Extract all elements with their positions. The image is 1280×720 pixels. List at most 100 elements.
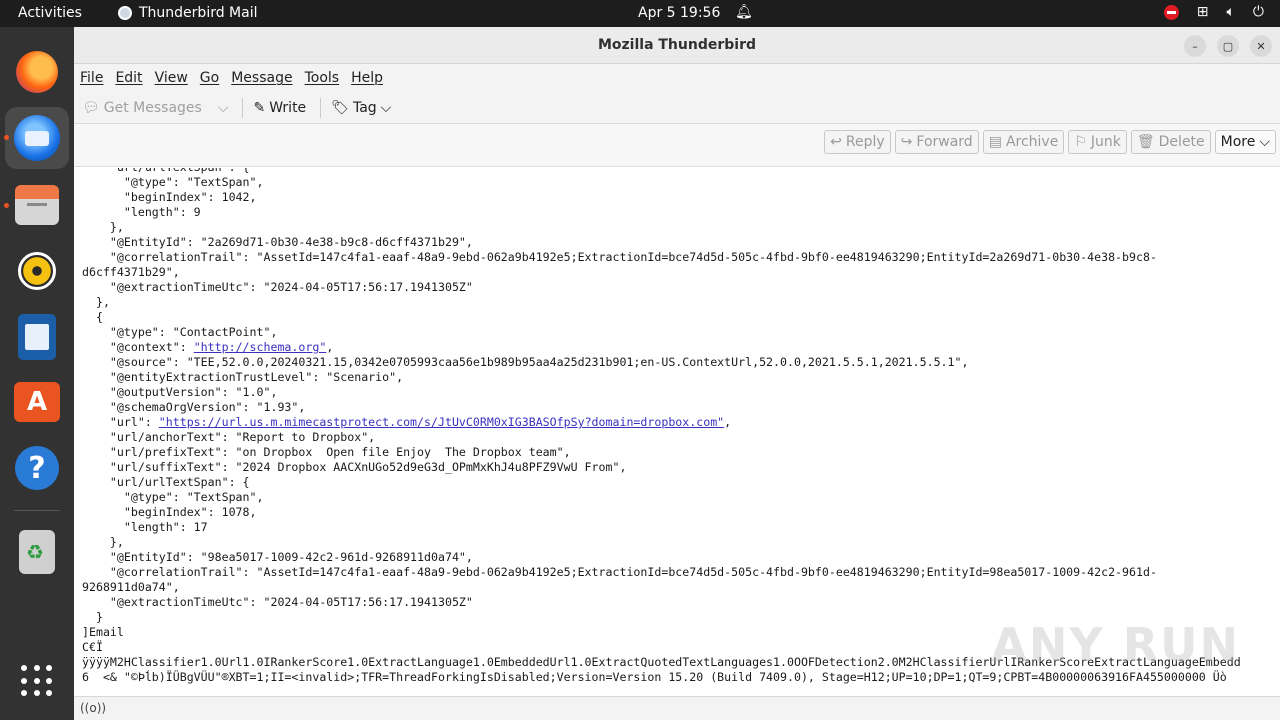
message-header: ↩ Reply ↪ Forward ▤ Archive ⚐ Junk 🗑︎ Delete … — [74, 124, 1280, 167]
clock[interactable]: Apr 5 19:56 — [638, 5, 720, 21]
code-line: "beginIndex": 1078, — [82, 505, 257, 519]
toolbar-separator — [242, 97, 244, 118]
chevron-down-icon: ⌵ — [1259, 134, 1270, 150]
code-line: }, — [82, 220, 124, 234]
dock-writer[interactable] — [12, 312, 62, 362]
window-title: Mozilla Thunderbird — [597, 37, 757, 53]
more-button[interactable]: More ⌵ — [1214, 130, 1276, 154]
code-line: "url/urlTextSpan": { — [82, 475, 250, 489]
code-line: "@schemaOrgVersion": "1.93", — [82, 400, 306, 414]
delete-label: Delete — [1158, 134, 1205, 150]
maximize-button[interactable]: ▢ — [1217, 35, 1239, 57]
app-name: Thunderbird Mail — [139, 5, 258, 21]
code-line: "@context": "http://schema.org", — [82, 340, 334, 354]
trash-icon — [19, 530, 55, 574]
main-toolbar: 💬︎ Get Messages ⌵ ✎ Write 🏷︎ Tag ⌵ — [74, 92, 1280, 124]
reply-label: Reply — [845, 134, 885, 150]
forward-label: Forward — [916, 134, 973, 150]
message-source-text: "url/urlTextSpan": { "@type": "TextSpan"… — [82, 168, 1241, 685]
code-line: "@EntityId": "2a269d71-0b30-4e38-b9c8-d6… — [82, 235, 473, 249]
message-actions: ↩ Reply ↪ Forward ▤ Archive ⚐ Junk 🗑︎ Delete … — [824, 130, 1276, 154]
title-bar: Mozilla Thunderbird – ▢ ✕ — [74, 27, 1280, 64]
show-apps-icon[interactable] — [21, 665, 53, 697]
dock-separator — [14, 510, 60, 511]
dock-trash[interactable] — [12, 527, 62, 577]
chevron-down-icon[interactable]: ⌵ — [218, 100, 229, 116]
forward-icon: ↪ — [900, 134, 913, 150]
code-line: }, — [82, 295, 110, 309]
more-label: More — [1220, 134, 1256, 150]
minimize-button[interactable]: – — [1184, 35, 1206, 57]
menu-bar: File Edit View Go Message Tools Help — [74, 64, 1280, 92]
code-line: "@extractionTimeUtc": "2024-04-05T17:56:… — [82, 595, 473, 609]
network-icon[interactable]: ⊞ — [1197, 4, 1209, 20]
archive-button[interactable]: ▤ Archive — [982, 130, 1065, 154]
activities-button[interactable]: Activities — [18, 5, 82, 21]
dock-files[interactable] — [12, 180, 62, 230]
bell-icon[interactable]: 🔔︎ — [735, 4, 753, 20]
code-line: "@entityExtractionTrustLevel": "Scenario… — [82, 370, 404, 384]
code-line: "url/urlTextSpan": { — [82, 168, 1241, 175]
top-bar: Activities Thunderbird Mail Apr 5 19:56 … — [0, 0, 1280, 27]
toolbar-separator — [320, 97, 322, 118]
code-line: 9268911d0a74", — [82, 580, 180, 594]
write-button[interactable]: ✎ Write — [253, 100, 306, 116]
schema-link[interactable]: "http://schema.org" — [194, 340, 327, 354]
write-label: Write — [269, 99, 307, 116]
app-center-icon: A — [14, 382, 60, 422]
reply-button[interactable]: ↩ Reply — [824, 130, 891, 154]
code-line: "length": 9 — [82, 205, 201, 219]
code-line: "url": "https://url.us.m.mimecastprotect… — [82, 415, 732, 429]
menu-file[interactable]: File — [80, 70, 103, 86]
dock-rhythmbox[interactable] — [12, 246, 62, 296]
code-line: "@correlationTrail": "AssetId=147c4fa1-e… — [82, 250, 1157, 264]
running-indicator — [4, 135, 9, 140]
volume-icon[interactable]: 🔈︎ — [1227, 4, 1235, 20]
tag-button[interactable]: 🏷︎ Tag ⌵ — [331, 100, 391, 116]
code-line: "@type": "TextSpan", — [82, 175, 264, 189]
files-icon — [15, 185, 59, 225]
forward-button[interactable]: ↪ Forward — [894, 130, 979, 154]
tag-icon: 🏷︎ — [331, 99, 349, 116]
menu-help[interactable]: Help — [351, 70, 383, 86]
junk-icon: ⚐ — [1074, 134, 1087, 150]
code-line: "@type": "TextSpan", — [82, 490, 264, 504]
menu-tools[interactable]: Tools — [305, 70, 340, 86]
menu-view[interactable]: View — [155, 70, 188, 86]
delete-button[interactable]: 🗑︎ Delete — [1130, 130, 1211, 154]
dropbox-url-link[interactable]: "https://url.us.m.mimecastprotect.com/s/… — [159, 415, 724, 429]
code-line: "@outputVersion": "1.0", — [82, 385, 278, 399]
message-body[interactable]: "url/urlTextSpan": { "@type": "TextSpan"… — [74, 168, 1280, 696]
tag-label: Tag — [352, 99, 377, 116]
code-line: d6cff4371b29", — [82, 265, 180, 279]
thunderbird-icon — [14, 115, 60, 161]
code-line: "url/prefixText": "on Dropbox Open file … — [82, 445, 571, 459]
status-bar: ((o)) — [74, 696, 1280, 720]
code-line: 6 <& "©Þĺb)ÏÜBgVÜU"®XBT=1;II=<invalid>;T… — [82, 670, 1227, 684]
dock-firefox[interactable] — [12, 47, 62, 97]
thunderbird-small-icon — [118, 6, 132, 20]
connection-status-icon[interactable]: ((o)) — [80, 701, 106, 715]
code-line: "@source": "TEE,52.0.0,20240321.15,0342e… — [82, 355, 969, 369]
app-menu[interactable]: Thunderbird Mail — [118, 5, 258, 21]
junk-button[interactable]: ⚐ Junk — [1068, 130, 1127, 154]
menu-message[interactable]: Message — [231, 70, 292, 86]
dock-app-center[interactable]: A — [12, 377, 62, 427]
menu-edit[interactable]: Edit — [115, 70, 142, 86]
dock-thunderbird[interactable] — [5, 107, 69, 169]
code-line: "url/anchorText": "Report to Dropbox", — [82, 430, 376, 444]
power-icon[interactable]: ⏻ — [1253, 4, 1264, 20]
pencil-icon: ✎ — [253, 99, 266, 116]
trash-small-icon: 🗑︎ — [1136, 134, 1155, 150]
writer-icon — [18, 314, 56, 360]
dock-help[interactable]: ? — [12, 443, 62, 493]
get-messages-button[interactable]: 💬︎ Get Messages ⌵ — [82, 100, 228, 116]
menu-go[interactable]: Go — [200, 70, 219, 86]
recording-stop-icon[interactable] — [1163, 4, 1179, 20]
firefox-icon — [16, 51, 58, 93]
junk-label: Junk — [1090, 134, 1121, 150]
system-tray[interactable]: ⊞ 🔈︎ ⏻ — [1163, 4, 1264, 20]
running-indicator — [4, 203, 9, 208]
code-line: { — [82, 310, 103, 324]
close-button[interactable]: ✕ — [1250, 35, 1272, 57]
